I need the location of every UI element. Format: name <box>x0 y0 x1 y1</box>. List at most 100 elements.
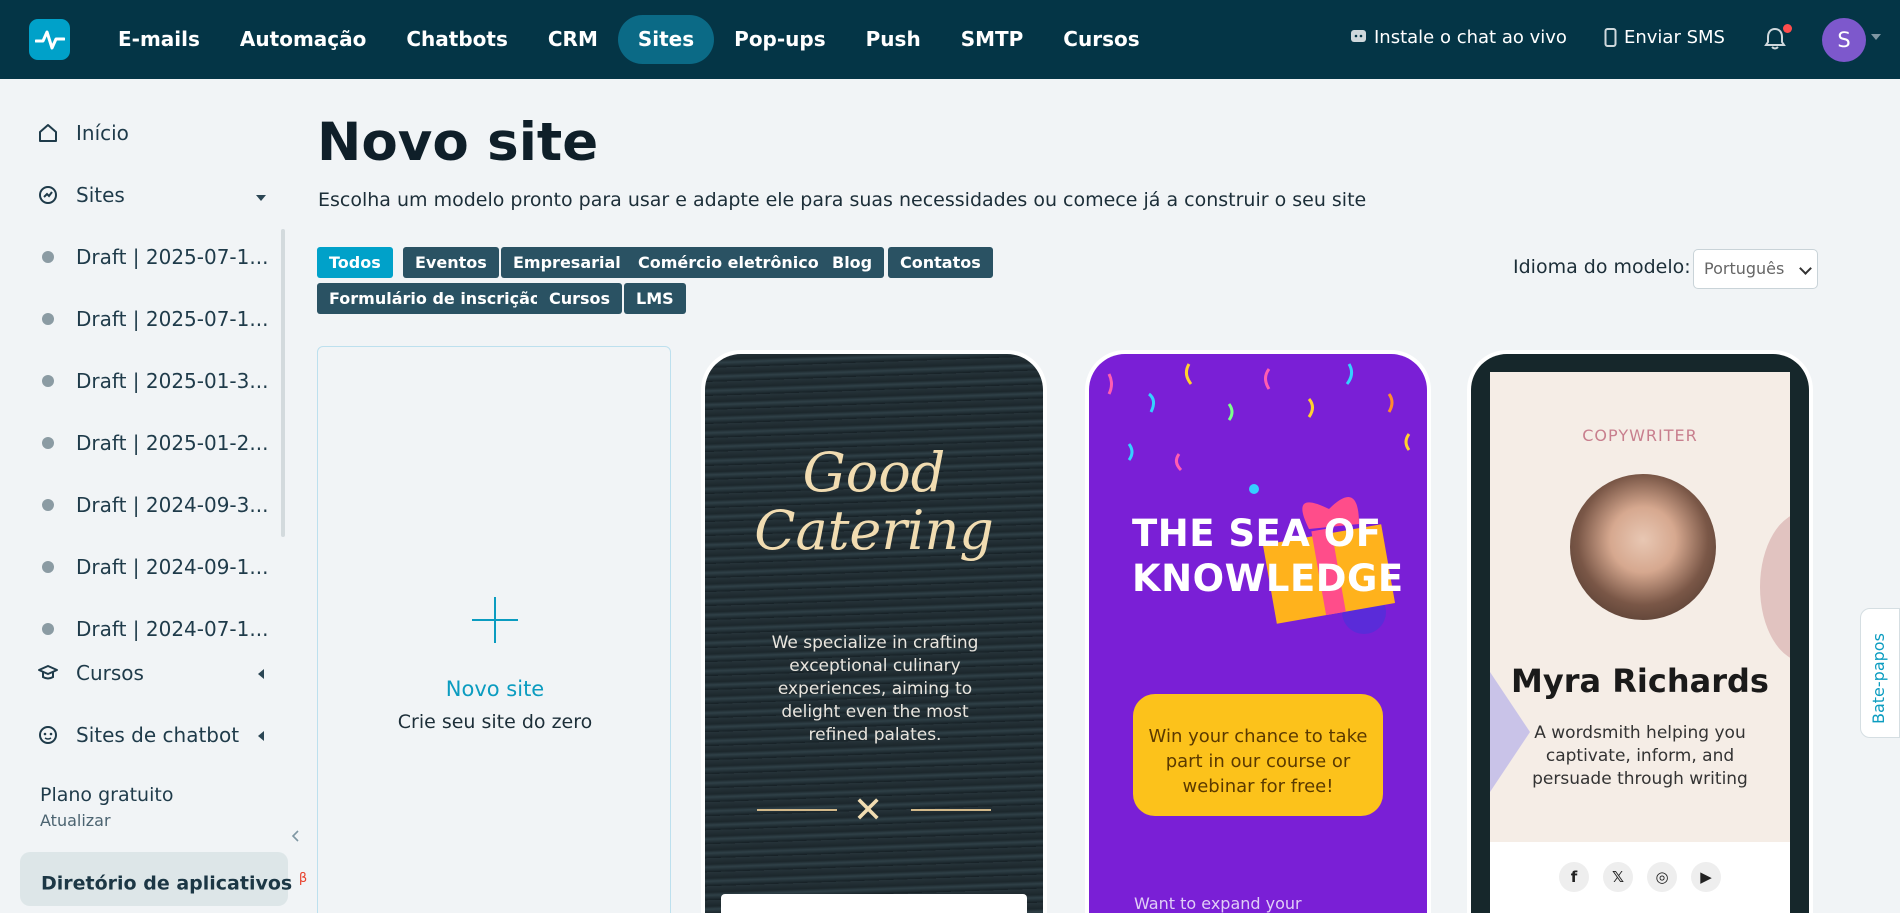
template-title: Good Catering <box>754 441 994 562</box>
template-text: We specialize in crafting exceptional cu… <box>771 633 979 745</box>
filter-contatos[interactable]: Contatos <box>888 247 993 278</box>
nav-crm[interactable]: CRM <box>528 15 618 64</box>
social-icons: f 𝕏 ◎ ▶ <box>1490 842 1790 913</box>
template-title: THE SEA OF KNOWLEDGE <box>1132 512 1404 600</box>
template-preview: COPYWRITER Myra Richards A wordsmith hel… <box>1471 354 1809 913</box>
filter-lms[interactable]: LMS <box>624 283 686 314</box>
sidebar-draft[interactable]: Draft | 2024-07-1... <box>36 617 268 641</box>
status-dot <box>42 313 54 325</box>
nav-chatbots[interactable]: Chatbots <box>386 15 528 64</box>
sidebar-draft[interactable]: Draft | 2025-07-1... <box>36 245 268 269</box>
filter-eventos[interactable]: Eventos <box>403 247 499 278</box>
chevron-left-icon[interactable] <box>258 731 264 741</box>
sites-icon <box>36 183 60 207</box>
live-chat-link[interactable]: Instale o chat ao vivo <box>1350 27 1567 48</box>
language-select[interactable]: Português <box>1693 249 1818 289</box>
status-dot <box>42 251 54 263</box>
status-dot <box>42 375 54 387</box>
chevron-down-icon <box>1799 262 1812 275</box>
beta-badge: β <box>298 871 308 886</box>
template-text: A wordsmith helping you captivate, infor… <box>1532 723 1748 789</box>
sidebar-item-cursos[interactable]: Cursos <box>36 661 144 685</box>
filter-empresarial[interactable]: Empresarial <box>501 247 633 278</box>
filter-blog[interactable]: Blog <box>820 247 885 278</box>
graduation-cap-icon <box>36 661 60 685</box>
instagram-icon: ◎ <box>1647 862 1677 892</box>
chevron-down-icon[interactable] <box>256 195 266 201</box>
live-chat-label: Instale o chat ao vivo <box>1374 27 1567 48</box>
upgrade-link[interactable]: Atualizar <box>40 811 111 830</box>
status-dot <box>42 561 54 573</box>
draft-label: Draft | 2024-09-3... <box>76 493 269 517</box>
apps-directory-button[interactable]: Diretório de aplicativos β <box>20 852 307 906</box>
sidebar-item-inicio[interactable]: Início <box>36 121 129 145</box>
sidebar-draft[interactable]: Draft | 2025-07-1... <box>36 307 268 331</box>
nav-emails[interactable]: E-mails <box>98 15 220 64</box>
sidebar-item-sites[interactable]: Sites <box>36 183 125 207</box>
filter-cursos[interactable]: Cursos <box>537 283 623 314</box>
new-site-title: Novo site <box>445 677 545 701</box>
draft-label: Draft | 2024-09-1... <box>76 555 269 579</box>
plus-icon <box>472 597 518 643</box>
main-nav: E-mails Automação Chatbots CRM Sites Pop… <box>98 15 1160 64</box>
draft-label: Draft | 2024-07-1... <box>76 617 269 641</box>
draft-label: Draft | 2025-01-2... <box>76 431 269 455</box>
sidebar-scrollbar[interactable] <box>281 229 285 537</box>
send-sms-link[interactable]: Enviar SMS <box>1604 27 1725 48</box>
new-site-card[interactable]: Novo site Crie seu site do zero <box>317 346 671 913</box>
decorative-shape <box>1760 512 1790 662</box>
filter-comercio[interactable]: Comércio eletrônico <box>626 247 831 278</box>
language-value: Português <box>1704 259 1785 278</box>
avatar[interactable]: S <box>1822 18 1866 62</box>
collapse-sidebar-icon[interactable] <box>290 830 302 842</box>
chat-icon <box>1351 30 1366 42</box>
notification-dot <box>1783 24 1792 33</box>
plan-title: Plano gratuito <box>40 784 174 806</box>
portrait-photo <box>1570 474 1716 620</box>
chats-tab-label: Bate-papos <box>1869 633 1888 724</box>
sidebar-label-cursos: Cursos <box>76 661 144 685</box>
template-card-copywriter[interactable]: COPYWRITER Myra Richards A wordsmith hel… <box>1467 350 1813 913</box>
chevron-down-icon[interactable] <box>1871 34 1881 40</box>
sidebar-draft[interactable]: Draft | 2025-01-3... <box>36 369 268 393</box>
template-role: COPYWRITER <box>1582 426 1698 445</box>
template-footer-text: Want to expand your <box>1134 894 1302 913</box>
template-card-knowledge[interactable]: THE SEA OF KNOWLEDGE Win your chance to t… <box>1085 350 1431 913</box>
divider <box>757 809 837 811</box>
logo-icon[interactable] <box>29 19 70 60</box>
apps-directory-label: Diretório de aplicativos <box>41 872 293 895</box>
sidebar-item-chatbot-sites[interactable]: Sites de chatbot <box>36 723 239 747</box>
youtube-icon: ▶ <box>1691 862 1721 892</box>
sidebar-draft[interactable]: Draft | 2024-09-1... <box>36 555 268 579</box>
template-card-catering[interactable]: Good Catering We specialize in crafting e… <box>701 350 1047 913</box>
nav-automacao[interactable]: Automação <box>220 15 386 64</box>
top-navbar: E-mails Automação Chatbots CRM Sites Pop… <box>0 0 1900 79</box>
page-title: Novo site <box>317 112 599 173</box>
nav-smtp[interactable]: SMTP <box>941 15 1044 64</box>
filter-todos[interactable]: Todos <box>317 247 393 278</box>
page-subtitle: Escolha um modelo pronto para usar e ada… <box>318 189 1367 211</box>
template-preview: Good Catering We specialize in crafting e… <box>705 354 1043 913</box>
sidebar-draft[interactable]: Draft | 2024-09-3... <box>36 493 268 517</box>
filter-formulario[interactable]: Formulário de inscrição <box>317 283 553 314</box>
x-icon: 𝕏 <box>1603 862 1633 892</box>
template-cta-box: Win your chance to take part in our cour… <box>1133 694 1383 816</box>
nav-cursos[interactable]: Cursos <box>1043 15 1159 64</box>
template-bottom-bar <box>721 894 1027 913</box>
nav-push[interactable]: Push <box>846 15 941 64</box>
template-name: Myra Richards <box>1511 662 1769 700</box>
draft-label: Draft | 2025-07-1... <box>76 245 269 269</box>
divider <box>911 809 991 811</box>
draft-label: Draft | 2025-01-3... <box>76 369 269 393</box>
status-dot <box>42 437 54 449</box>
draft-label: Draft | 2025-07-1... <box>76 307 269 331</box>
nav-sites[interactable]: Sites <box>617 15 715 64</box>
send-sms-label: Enviar SMS <box>1624 27 1725 48</box>
template-preview: THE SEA OF KNOWLEDGE Win your chance to t… <box>1089 354 1427 913</box>
status-dot <box>42 623 54 635</box>
nav-popups[interactable]: Pop-ups <box>714 15 845 64</box>
chevron-left-icon[interactable] <box>258 669 264 679</box>
chats-side-tab[interactable]: Bate-papos <box>1860 608 1900 738</box>
sidebar-draft[interactable]: Draft | 2025-01-2... <box>36 431 268 455</box>
new-site-subtitle: Crie seu site do zero <box>397 711 593 733</box>
